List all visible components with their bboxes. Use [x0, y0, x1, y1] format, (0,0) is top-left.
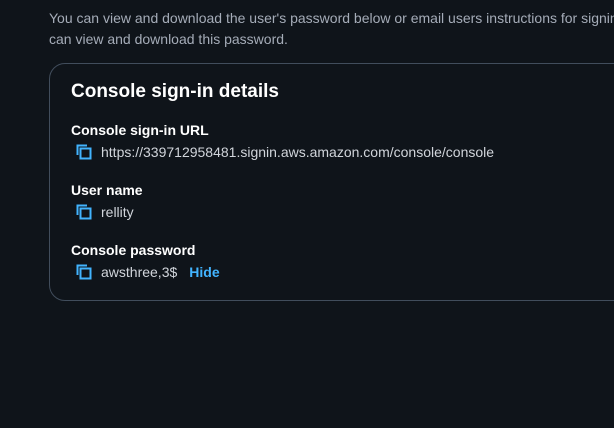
- console-password-value: awsthree,3$: [101, 264, 178, 280]
- user-name-row: rellity: [71, 202, 143, 222]
- card-title: Console sign-in details: [71, 81, 279, 102]
- user-name-label: User name: [71, 182, 143, 198]
- intro-line-1: You can view and download the user's pas…: [49, 10, 614, 26]
- intro-line-2: can view and download this password.: [49, 31, 288, 47]
- console-password-label: Console password: [71, 242, 196, 258]
- copy-icon[interactable]: [73, 202, 95, 222]
- console-sign-in-details-card: Console sign-in details Console sign-in …: [49, 63, 614, 301]
- intro-text: You can view and download the user's pas…: [49, 8, 614, 50]
- console-password-row: awsthree,3$ Hide: [71, 262, 220, 282]
- copy-icon[interactable]: [73, 262, 95, 282]
- copy-icon[interactable]: [73, 142, 95, 162]
- sign-in-url-field: Console sign-in URL https://339712958481…: [71, 122, 494, 162]
- user-name-field: User name rellity: [71, 182, 143, 222]
- sign-in-url-label: Console sign-in URL: [71, 122, 209, 138]
- hide-password-button[interactable]: Hide: [189, 264, 219, 280]
- console-password-field: Console password awsthree,3$ Hide: [71, 242, 220, 282]
- sign-in-url-row: https://339712958481.signin.aws.amazon.c…: [71, 142, 494, 162]
- sign-in-url-value: https://339712958481.signin.aws.amazon.c…: [101, 144, 495, 160]
- page: You can view and download the user's pas…: [0, 0, 614, 428]
- user-name-value: rellity: [101, 204, 134, 220]
